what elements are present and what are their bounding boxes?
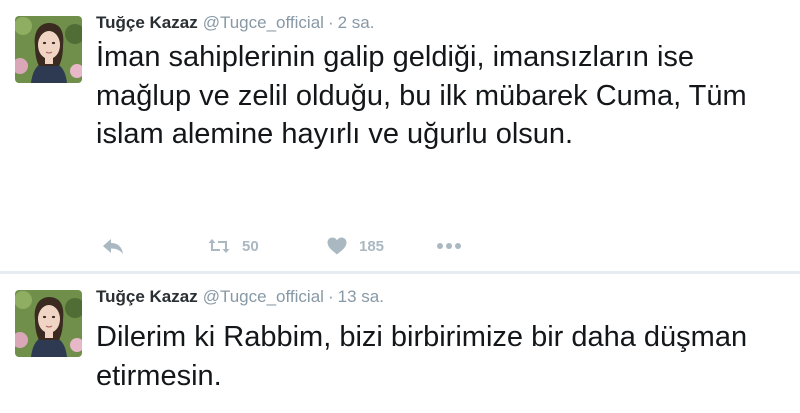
author-name[interactable]: Tuğçe Kazaz: [96, 287, 198, 306]
tweet-timestamp[interactable]: 2 sa.: [338, 13, 375, 32]
avatar[interactable]: [15, 16, 82, 83]
more-options-button[interactable]: [436, 233, 462, 259]
author-handle[interactable]: @Tugce_official: [203, 13, 324, 32]
more-dots-icon: [436, 242, 462, 250]
like-count: 185: [359, 237, 385, 255]
reply-icon: [102, 237, 124, 255]
tweet-text: İman sahiplerinin galip geldiği, imansız…: [96, 41, 747, 150]
tweet-card[interactable]: Tuğçe Kazaz @Tugce_official · 2 sa. İman sa…: [0, 0, 800, 271]
retweet-button[interactable]: 50: [208, 233, 259, 259]
reply-button[interactable]: [102, 233, 124, 259]
tweet-header: Tuğçe Kazaz @Tugce_official · 2 sa.: [96, 12, 374, 34]
like-button[interactable]: 185: [327, 233, 384, 259]
author-handle[interactable]: @Tugce_official: [203, 287, 324, 306]
retweet-count: 50: [242, 237, 259, 255]
tweet-header: Tuğçe Kazaz @Tugce_official · 13 sa.: [96, 286, 384, 308]
tweet-actions: 50 185: [96, 233, 516, 259]
tweet-timestamp[interactable]: 13 sa.: [338, 287, 384, 306]
tweet-card[interactable]: Tuğçe Kazaz @Tugce_official · 13 sa. Dileri…: [0, 274, 800, 413]
heart-icon: [327, 237, 347, 255]
separator: ·: [327, 287, 334, 306]
retweet-icon: [208, 238, 230, 254]
tweet-feed: Tuğçe Kazaz @Tugce_official · 2 sa. İman sa…: [0, 0, 800, 413]
tweet-text: Dilerim ki Rabbim, bizi birbirimize bir …: [96, 321, 748, 392]
separator: ·: [327, 13, 334, 32]
author-name[interactable]: Tuğçe Kazaz: [96, 13, 198, 32]
avatar[interactable]: [15, 290, 82, 357]
